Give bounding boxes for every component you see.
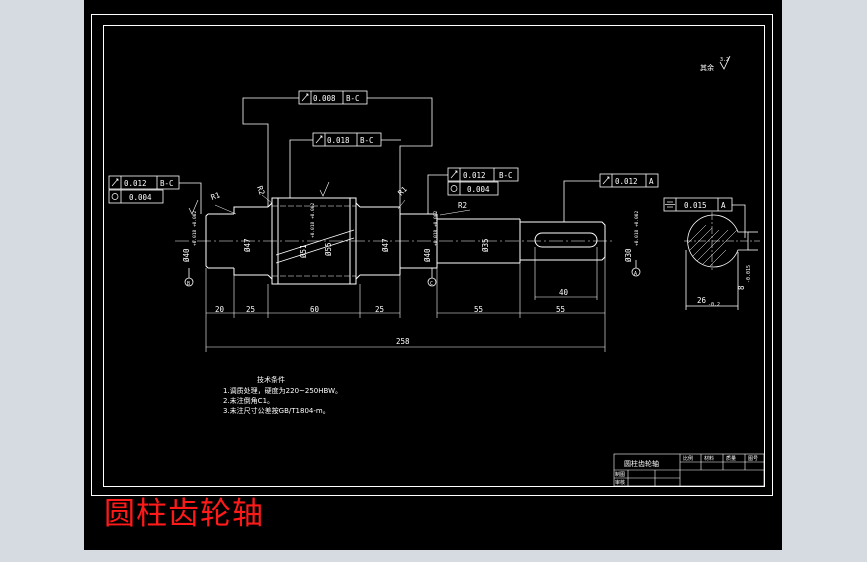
dia-end: Ø30	[624, 248, 633, 262]
dia-gear-root: Ø51	[299, 244, 308, 258]
title-block-h2: 材料	[704, 455, 714, 462]
gtol-sym-value: 0.015	[684, 201, 707, 210]
dim-55-right: 55	[556, 305, 565, 314]
engineering-drawing: 其余 3.2 Ø40 Ø47 Ø51 Ø55 Ø47 Ø40 Ø35 Ø30 +…	[91, 14, 773, 496]
radius-r2-left: R2	[255, 185, 267, 197]
dim-60: 60	[310, 305, 320, 314]
dia-shaft: Ø35	[481, 238, 490, 252]
gtol-right-datum: B-C	[499, 171, 513, 180]
title-block-r1: 制图	[615, 471, 625, 478]
diameter-labels: Ø40 Ø47 Ø51 Ø55 Ø47 Ø40 Ø35 Ø30 +0.018 +…	[182, 202, 640, 262]
fit-1: +0.018 +0.002	[192, 210, 198, 246]
gtol-right-value: 0.012	[463, 171, 486, 180]
gtol-sym-datum: A	[721, 201, 726, 210]
outer-border	[91, 14, 773, 496]
radius-labels: R1 R2 R1 R2	[210, 185, 471, 216]
dia-gear-tip: Ø55	[324, 242, 333, 256]
dim-20: 20	[215, 305, 225, 314]
datum-b: B	[187, 281, 190, 287]
radius-r1-left: R1	[210, 190, 222, 202]
datum-a: A	[634, 271, 637, 277]
title-block-h4: 图号	[748, 456, 758, 462]
drawing-sheet: 其余 3.2 Ø40 Ø47 Ø51 Ø55 Ø47 Ø40 Ø35 Ø30 +…	[84, 0, 782, 550]
drawing-caption: 圆柱齿轮轴	[104, 496, 264, 532]
gtol-0018-datum: B-C	[360, 136, 374, 145]
datum-symbols	[184, 260, 641, 287]
dim-40: 40	[559, 288, 569, 297]
keyway-26-tol: -0.2	[708, 302, 720, 308]
title-block-part-name: 圆柱齿轮轴	[624, 459, 659, 468]
fit-3: +0.018 +0.002	[634, 210, 640, 246]
tech-notes-title: 技术条件	[257, 375, 285, 384]
gtol-left-value: 0.012	[124, 179, 147, 188]
dim-258: 258	[396, 337, 410, 346]
keyway-section	[684, 212, 760, 310]
gtol-symbols	[111, 93, 675, 208]
radius-r1-right: R1	[396, 185, 409, 198]
fit-4: +0.018 +0.002	[310, 202, 316, 238]
roughness-note: 其余	[700, 63, 714, 72]
inner-border	[103, 25, 765, 487]
dim-25-left: 25	[246, 305, 255, 314]
tech-note-3: 3.未注尺寸公差按GB/T1804-m。	[223, 406, 330, 415]
fit-2: +0.018 +0.002	[433, 210, 439, 246]
roughness-value: 3.2	[720, 57, 729, 63]
gtol-end-datum: A	[649, 177, 654, 186]
gtol-right-cyl: 0.004	[467, 185, 490, 194]
dia-left-bearing: Ø40	[182, 248, 191, 262]
dia-right-bearing: Ø40	[423, 248, 432, 262]
tech-note-2: 2.未注倒角C1。	[223, 396, 274, 405]
keyway-8: 8	[737, 285, 746, 290]
gtol-frames	[108, 90, 746, 238]
gtol-0018-value: 0.018	[327, 136, 350, 145]
gtol-left-datum: B-C	[160, 179, 174, 188]
title-block-h3: 质量	[726, 455, 736, 462]
tech-note-1: 1.调质处理，硬度为220~250HBW。	[223, 386, 342, 395]
datum-c: C	[430, 281, 433, 287]
gtol-end-value: 0.012	[615, 177, 638, 186]
dia-left-shoulder: Ø47	[243, 238, 252, 252]
radius-r2-right: R2	[458, 201, 467, 210]
title-block-h1: 比例	[683, 455, 693, 462]
gtol-left-cyl: 0.004	[129, 193, 152, 202]
gtol-0008-value: 0.008	[313, 94, 336, 103]
keyway-26: 26	[697, 296, 707, 305]
gtol-0008-datum: B-C	[346, 94, 360, 103]
tech-notes: 技术条件 1.调质处理，硬度为220~250HBW。 2.未注倒角C1。 3.未…	[223, 375, 342, 415]
dia-right-shoulder: Ø47	[381, 238, 390, 252]
keyway-8-tol: -0.015	[746, 265, 752, 283]
title-block-r2: 审核	[615, 479, 625, 486]
dim-25-right: 25	[375, 305, 384, 314]
dim-55-left: 55	[474, 305, 483, 314]
